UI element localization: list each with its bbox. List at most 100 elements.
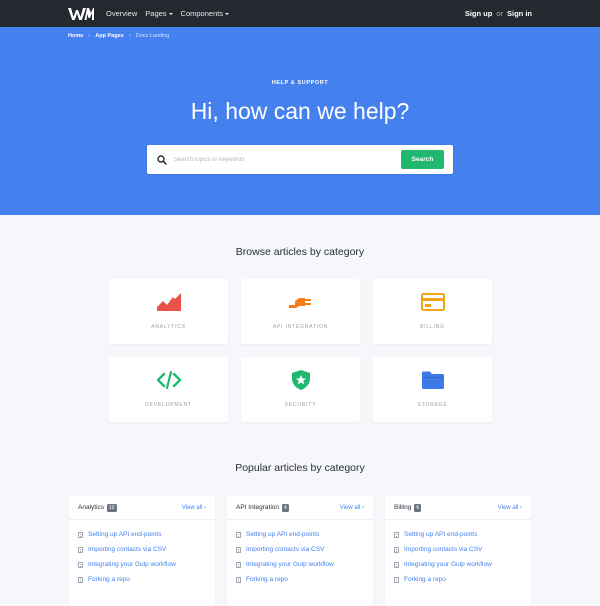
article-title: Forking a repo bbox=[246, 576, 288, 583]
nav-link-label: Components bbox=[180, 9, 224, 18]
breadcrumb-app-pages[interactable]: App Pages bbox=[95, 33, 123, 39]
nav-link-components[interactable]: Components bbox=[181, 9, 230, 18]
article-list: Setting up API end-points Importing cont… bbox=[227, 520, 373, 587]
article-title: Forking a repo bbox=[88, 576, 130, 583]
shield-icon bbox=[289, 370, 313, 390]
article-link[interactable]: Importing contacts via CSV bbox=[236, 542, 364, 557]
category-card-api-integration[interactable]: API INTEGRATION bbox=[241, 279, 360, 344]
chart-icon bbox=[156, 292, 181, 312]
popular-card-api-integration: API Integration 4 View all › Setting up … bbox=[227, 496, 373, 606]
category-label: DEVELOPMENT bbox=[145, 402, 192, 408]
document-icon bbox=[394, 561, 399, 568]
document-icon bbox=[236, 531, 241, 538]
nav-link-label: Overview bbox=[106, 9, 138, 18]
document-icon bbox=[78, 531, 83, 538]
hero-section: Home › App Pages › Docs Landing HELP & S… bbox=[0, 27, 600, 215]
view-all-link[interactable]: View all › bbox=[340, 505, 364, 511]
article-title: Forking a repo bbox=[404, 576, 446, 583]
logo[interactable] bbox=[68, 7, 94, 21]
category-label: API INTEGRATION bbox=[272, 324, 329, 330]
document-icon bbox=[78, 561, 83, 568]
article-title: Importing contacts via CSV bbox=[246, 546, 325, 553]
code-icon bbox=[156, 370, 181, 390]
document-icon bbox=[394, 576, 399, 583]
category-card-storage[interactable]: STORAGE bbox=[373, 357, 492, 422]
article-link[interactable]: Forking a repo bbox=[236, 572, 364, 587]
breadcrumb-separator-icon: › bbox=[128, 33, 131, 39]
category-card-security[interactable]: SECURITY bbox=[241, 357, 360, 422]
category-card-billing[interactable]: BILLING bbox=[373, 279, 492, 344]
article-link[interactable]: Setting up API end-points bbox=[236, 527, 364, 542]
article-link[interactable]: Setting up API end-points bbox=[78, 527, 206, 542]
breadcrumb-home[interactable]: Home bbox=[68, 33, 83, 39]
category-label: SECURITY bbox=[284, 402, 317, 408]
view-all-link[interactable]: View all › bbox=[498, 505, 522, 511]
auth-links: Sign up or Sign in bbox=[465, 9, 532, 18]
sign-up-link[interactable]: Sign up bbox=[465, 9, 493, 18]
popular-articles-row: Analytics 10 View all › Setting up API e… bbox=[69, 496, 531, 606]
browse-section-title: Browse articles by category bbox=[235, 246, 365, 258]
sign-in-link[interactable]: Sign in bbox=[507, 9, 532, 18]
article-link[interactable]: Integrating your Gulp workflow bbox=[78, 557, 206, 572]
popular-card-header: Analytics 10 View all › bbox=[69, 496, 215, 520]
article-link[interactable]: Forking a repo bbox=[78, 572, 206, 587]
caret-down-icon bbox=[225, 12, 230, 15]
nav-link-pages[interactable]: Pages bbox=[145, 9, 173, 18]
popular-card-title: Analytics bbox=[78, 504, 105, 511]
category-card-analytics[interactable]: ANALYTICS bbox=[109, 279, 228, 344]
nav-link-overview[interactable]: Overview bbox=[106, 9, 137, 18]
article-link[interactable]: Importing contacts via CSV bbox=[394, 542, 522, 557]
document-icon bbox=[236, 561, 241, 568]
nav-links: Overview Pages Components bbox=[106, 9, 230, 18]
top-navbar: Overview Pages Components Sign up or Sig… bbox=[0, 0, 600, 27]
credit-card-icon bbox=[420, 292, 445, 312]
article-title: Setting up API end-points bbox=[404, 531, 478, 538]
breadcrumb-separator-icon: › bbox=[88, 33, 91, 39]
article-count-badge: 10 bbox=[107, 503, 117, 512]
article-list: Setting up API end-points Importing cont… bbox=[69, 520, 215, 587]
popular-card-title: API Integration bbox=[236, 504, 279, 511]
article-title: Integrating your Gulp workflow bbox=[88, 561, 176, 568]
hero-title: Hi, how can we help? bbox=[190, 98, 410, 124]
category-card-development[interactable]: DEVELOPMENT bbox=[109, 357, 228, 422]
logo-mark-icon bbox=[68, 7, 94, 20]
article-title: Setting up API end-points bbox=[246, 531, 320, 538]
document-icon bbox=[236, 576, 241, 583]
article-link[interactable]: Forking a repo bbox=[394, 572, 522, 587]
article-count-badge: 6 bbox=[414, 503, 422, 512]
search-icon bbox=[157, 154, 167, 165]
document-icon bbox=[394, 546, 399, 553]
category-label: ANALYTICS bbox=[151, 324, 186, 330]
article-link[interactable]: Integrating your Gulp workflow bbox=[236, 557, 364, 572]
category-grid: ANALYTICS API INTEGRATION BILLING DEVELO… bbox=[109, 279, 492, 422]
search-button[interactable]: Search bbox=[401, 150, 444, 169]
view-all-link[interactable]: View all › bbox=[182, 505, 206, 511]
article-title: Integrating your Gulp workflow bbox=[246, 561, 334, 568]
article-title: Setting up API end-points bbox=[88, 531, 162, 538]
popular-card-analytics: Analytics 10 View all › Setting up API e… bbox=[69, 496, 215, 606]
breadcrumb: Home › App Pages › Docs Landing bbox=[68, 33, 169, 39]
folder-icon bbox=[421, 370, 445, 390]
document-icon bbox=[78, 546, 83, 553]
nav-link-label: Pages bbox=[145, 9, 167, 18]
hero-eyebrow: HELP & SUPPORT bbox=[271, 80, 329, 86]
article-list: Setting up API end-points Importing cont… bbox=[385, 520, 531, 587]
plug-icon bbox=[288, 292, 313, 312]
search-box: Search bbox=[147, 145, 453, 174]
document-icon bbox=[78, 576, 83, 583]
article-link[interactable]: Integrating your Gulp workflow bbox=[394, 557, 522, 572]
article-title: Integrating your Gulp workflow bbox=[404, 561, 492, 568]
article-title: Importing contacts via CSV bbox=[404, 546, 483, 553]
breadcrumb-current: Docs Landing bbox=[135, 33, 170, 39]
popular-card-header: Billing 6 View all › bbox=[385, 496, 531, 520]
article-link[interactable]: Importing contacts via CSV bbox=[78, 542, 206, 557]
search-input[interactable] bbox=[174, 156, 401, 163]
article-count-badge: 4 bbox=[282, 503, 289, 512]
popular-card-title: Billing bbox=[394, 504, 412, 511]
article-link[interactable]: Setting up API end-points bbox=[394, 527, 522, 542]
category-label: BILLING bbox=[420, 324, 445, 330]
article-title: Importing contacts via CSV bbox=[88, 546, 167, 553]
category-label: STORAGE bbox=[417, 402, 448, 408]
popular-card-header: API Integration 4 View all › bbox=[227, 496, 373, 520]
or-text: or bbox=[496, 9, 503, 18]
